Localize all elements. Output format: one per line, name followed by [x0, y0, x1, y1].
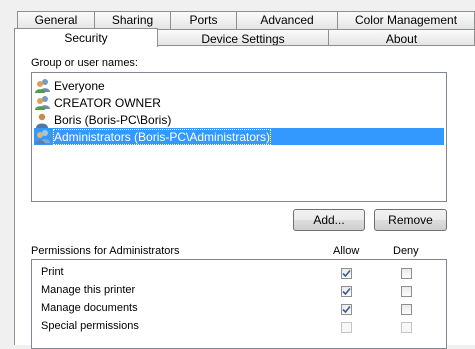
- user-list[interactable]: Everyone CREATOR OWNER Boris (Boris-PC\B…: [31, 72, 447, 202]
- list-item[interactable]: CREATOR OWNER: [34, 94, 444, 111]
- checkmark-icon: [342, 287, 351, 296]
- permission-name: Manage documents: [41, 302, 138, 314]
- permissions-label: Permissions for Administrators: [31, 245, 180, 257]
- tab-device-settings[interactable]: Device Settings: [157, 29, 329, 46]
- group-or-user-names-label: Group or user names:: [31, 57, 138, 69]
- checkmark-icon: [342, 305, 351, 314]
- permission-row-print: Print: [32, 264, 446, 282]
- permission-name: Manage this printer: [41, 284, 136, 296]
- tab-ports[interactable]: Ports: [170, 11, 237, 30]
- permissions-table: Print Manage this printer Manage documen…: [31, 259, 447, 349]
- deny-checkbox[interactable]: [401, 304, 412, 315]
- tab-advanced[interactable]: Advanced: [236, 11, 338, 30]
- user-name: Everyone: [54, 78, 105, 93]
- allow-checkbox[interactable]: [341, 268, 352, 279]
- group-user-icon: [35, 78, 50, 93]
- checkmark-icon: [342, 269, 351, 278]
- permission-name: Print: [41, 266, 64, 278]
- allow-checkbox: [341, 322, 352, 333]
- list-item-selected[interactable]: Administrators (Boris-PC\Administrators): [34, 128, 444, 145]
- deny-checkbox[interactable]: [401, 268, 412, 279]
- list-item[interactable]: Everyone: [34, 77, 444, 94]
- list-item[interactable]: Boris (Boris-PC\Boris): [34, 111, 444, 128]
- remove-button[interactable]: Remove: [374, 209, 447, 231]
- user-name: Boris (Boris-PC\Boris): [54, 112, 172, 127]
- deny-checkbox: [401, 322, 412, 333]
- tab-security[interactable]: Security: [14, 28, 158, 47]
- permission-row-special: Special permissions: [32, 318, 446, 336]
- user-name: Administrators (Boris-PC\Administrators): [52, 128, 272, 145]
- allow-checkbox[interactable]: [341, 304, 352, 315]
- tab-color-management[interactable]: Color Management: [337, 11, 475, 30]
- group-user-icon: [35, 129, 50, 144]
- user-name: CREATOR OWNER: [54, 95, 161, 110]
- user-icon: [36, 113, 48, 128]
- permission-row-manage-documents: Manage documents: [32, 300, 446, 318]
- add-button[interactable]: Add...: [293, 209, 365, 231]
- allow-column-header: Allow: [333, 245, 360, 257]
- deny-column-header: Deny: [393, 245, 419, 257]
- permission-row-manage-printer: Manage this printer: [32, 282, 446, 300]
- tab-about[interactable]: About: [328, 29, 475, 46]
- permission-name: Special permissions: [41, 320, 139, 332]
- group-user-icon: [35, 95, 50, 110]
- deny-checkbox[interactable]: [401, 286, 412, 297]
- allow-checkbox[interactable]: [341, 286, 352, 297]
